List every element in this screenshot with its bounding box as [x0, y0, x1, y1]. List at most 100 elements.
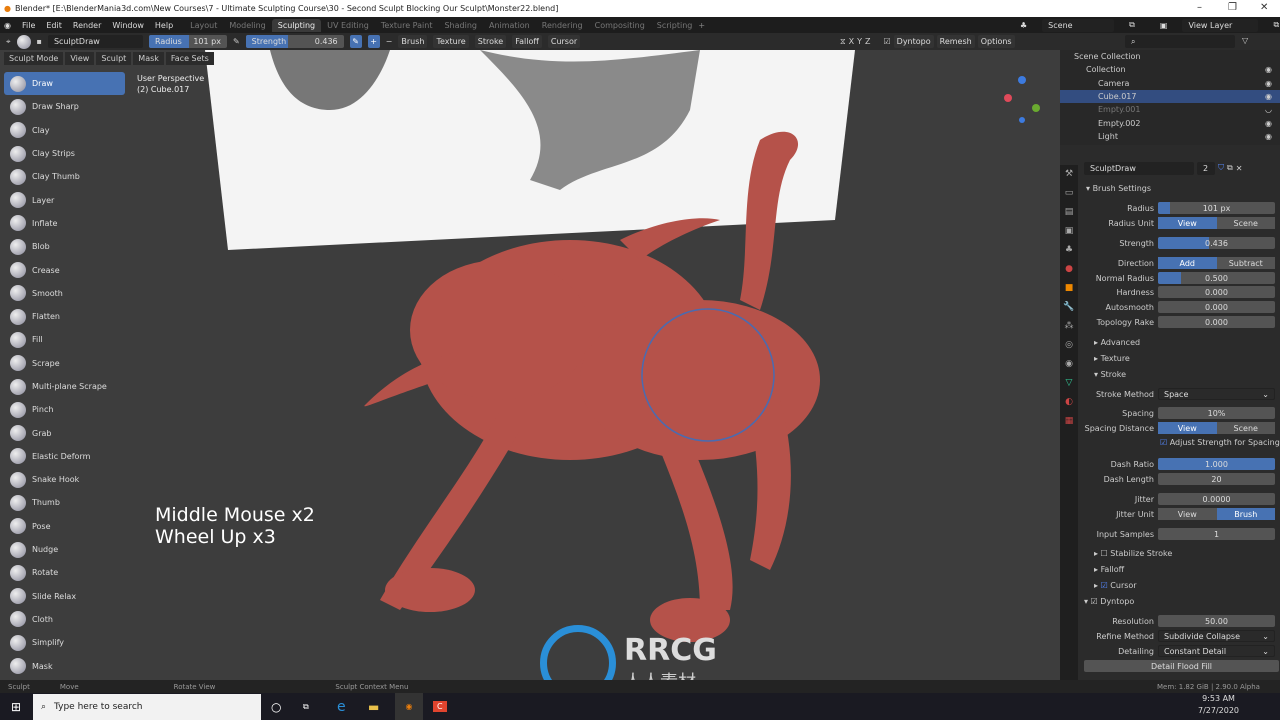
mask-menu[interactable]: Mask [133, 51, 164, 65]
option[interactable]: Scene [1216, 422, 1275, 434]
outliner-item[interactable]: Empty.002 ◉ [1060, 116, 1280, 129]
radius-field[interactable]: 101 px [1158, 202, 1275, 214]
option[interactable]: View [1158, 217, 1217, 229]
unlink-brush-icon[interactable]: ✕ [1236, 164, 1243, 173]
world-tab-icon[interactable]: ● [1060, 260, 1078, 279]
jitter-unit-toggle[interactable]: View Brush [1158, 508, 1275, 520]
workspace-tab-compositing[interactable]: Compositing [589, 19, 651, 32]
workspace-tab-modeling[interactable]: Modeling [223, 19, 271, 32]
brush-pinch[interactable]: Pinch [4, 398, 125, 421]
menu-window[interactable]: Window [112, 21, 144, 30]
advanced-panel[interactable]: ▸ Advanced [1094, 338, 1140, 347]
menu-file[interactable]: File [22, 21, 35, 30]
sculpt-menu[interactable]: Sculpt [96, 51, 132, 65]
cursor-menu[interactable]: Cursor [547, 35, 581, 48]
stabilize-stroke-panel[interactable]: ▸ ☐ Stabilize Stroke [1094, 549, 1172, 558]
duplicate-brush-icon[interactable]: ⧉ [1227, 163, 1233, 173]
autosmooth-field[interactable]: 0.000 [1158, 301, 1275, 313]
brush-fill[interactable]: Fill [4, 328, 125, 351]
texture-menu[interactable]: Texture [433, 35, 469, 48]
brush-multi-plane-scrape[interactable]: Multi-plane Scrape [4, 375, 125, 398]
brush-clay[interactable]: Clay [4, 119, 125, 142]
edge-icon[interactable]: e [337, 699, 346, 715]
strength-pressure-icon[interactable]: ✎ [349, 35, 362, 48]
brush-grab[interactable]: Grab [4, 421, 125, 444]
modifier-tab-icon[interactable]: 🔧 [1060, 298, 1078, 317]
filter-icon[interactable]: ▽ [1242, 36, 1248, 45]
remesh-menu[interactable]: Remesh [936, 35, 975, 48]
object-tab-icon[interactable]: ■ [1060, 279, 1078, 298]
view-menu[interactable]: View [65, 51, 95, 65]
outliner-item[interactable]: Collection ◉ [1060, 63, 1280, 76]
direction-add-button[interactable]: + [367, 35, 380, 48]
scene-tab-icon[interactable]: ♣ [1060, 241, 1078, 260]
resolution-field[interactable]: 50.00 [1158, 615, 1275, 627]
material-tab-icon[interactable]: ◐ [1060, 393, 1078, 412]
particles-tab-icon[interactable]: ⁂ [1060, 317, 1078, 336]
brush-flatten[interactable]: Flatten [4, 305, 125, 328]
maximize-button[interactable]: ❐ [1228, 2, 1237, 13]
physics-tab-icon[interactable]: ◎ [1060, 336, 1078, 355]
strength-slider[interactable]: Strength 0.436 [245, 35, 344, 48]
spacing-field[interactable]: 10% [1158, 407, 1275, 419]
symmetry-y[interactable]: Y [857, 37, 862, 46]
option[interactable]: Subtract [1216, 257, 1275, 269]
refine-method-dropdown[interactable]: Subdivide Collapse ⌄ [1158, 630, 1275, 642]
hardness-field[interactable]: 0.000 [1158, 286, 1275, 298]
option[interactable]: Add [1158, 257, 1217, 269]
radius-pressure-icon[interactable]: ✎ [233, 37, 240, 46]
add-workspace-icon[interactable]: + [698, 21, 705, 30]
task-view-icon[interactable]: ⧉ [303, 702, 309, 712]
output-tab-icon[interactable]: ▤ [1060, 203, 1078, 222]
spacing-distance-toggle[interactable]: View Scene [1158, 422, 1275, 434]
scene-field[interactable]: Scene [1042, 18, 1115, 32]
symmetry-z[interactable]: Z [865, 37, 870, 46]
brush-simplify[interactable]: Simplify [4, 631, 125, 654]
view-layer-icon[interactable]: ▣ [1160, 21, 1168, 30]
dyntopo-menu[interactable]: Dyntopo [893, 35, 934, 48]
strength-field[interactable]: 0.436 [1158, 237, 1275, 249]
brush-users-count[interactable]: 2 [1197, 161, 1215, 175]
cursor-panel[interactable]: ▸ ☑ Cursor [1094, 581, 1137, 590]
radius-unit-toggle[interactable]: View Scene [1158, 217, 1275, 229]
new-scene-icon[interactable]: ⧉ [1129, 20, 1135, 30]
brush-settings-panel-header[interactable]: ▾ Brush Settings [1086, 184, 1151, 193]
topology-rake-field[interactable]: 0.000 [1158, 316, 1275, 328]
visibility-eye-icon[interactable]: ◡ [1265, 105, 1272, 114]
data-tab-icon[interactable]: ▽ [1060, 374, 1078, 393]
workspace-tab-shading[interactable]: Shading [438, 19, 483, 32]
workspace-tab-uv-editing[interactable]: UV Editing [321, 19, 375, 32]
brush-clay-thumb[interactable]: Clay Thumb [4, 165, 125, 188]
new-view-layer-icon[interactable]: ⧉ [1273, 20, 1279, 30]
falloff-menu[interactable]: Falloff [512, 35, 542, 48]
clock-date[interactable]: 7/27/2020 [1198, 705, 1239, 717]
visibility-eye-icon[interactable]: ◉ [1265, 65, 1272, 74]
brush-draw[interactable]: Draw [4, 72, 125, 96]
outliner-item[interactable]: Camera ◉ [1060, 77, 1280, 90]
stroke-menu[interactable]: Stroke [474, 35, 507, 48]
brush-pose[interactable]: Pose [4, 515, 125, 538]
brush-menu[interactable]: Brush [398, 35, 428, 48]
scene-icon[interactable]: ♣ [1020, 21, 1027, 30]
brush-layer[interactable]: Layer [4, 188, 125, 211]
falloff-panel[interactable]: ▸ Falloff [1094, 565, 1124, 574]
fake-user-icon[interactable]: ⛉ [1218, 163, 1224, 173]
workspace-tab-animation[interactable]: Animation [483, 19, 536, 32]
close-button[interactable]: ✕ [1260, 2, 1268, 13]
dash-ratio-field[interactable]: 1.000 [1158, 458, 1275, 470]
menu-edit[interactable]: Edit [46, 21, 62, 30]
dyntopo-checkbox[interactable]: ☑ [883, 37, 890, 46]
tool-settings-icon[interactable]: ⌖ [6, 37, 11, 47]
direction-toggle[interactable]: Add Subtract [1158, 257, 1275, 269]
jitter-field[interactable]: 0.0000 [1158, 493, 1275, 505]
3d-viewport[interactable] [0, 50, 1058, 680]
direction-subtract-button[interactable]: − [386, 37, 393, 46]
brush-rotate[interactable]: Rotate [4, 561, 125, 584]
detail-flood-fill-button[interactable]: Detail Flood Fill [1084, 660, 1279, 672]
brush-clay-strips[interactable]: Clay Strips [4, 142, 125, 165]
option[interactable]: Scene [1216, 217, 1275, 229]
brush-scrape[interactable]: Scrape [4, 352, 125, 375]
option[interactable]: View [1158, 422, 1217, 434]
brush-cloth[interactable]: Cloth [4, 608, 125, 631]
brush-thumb[interactable]: Thumb [4, 491, 125, 514]
